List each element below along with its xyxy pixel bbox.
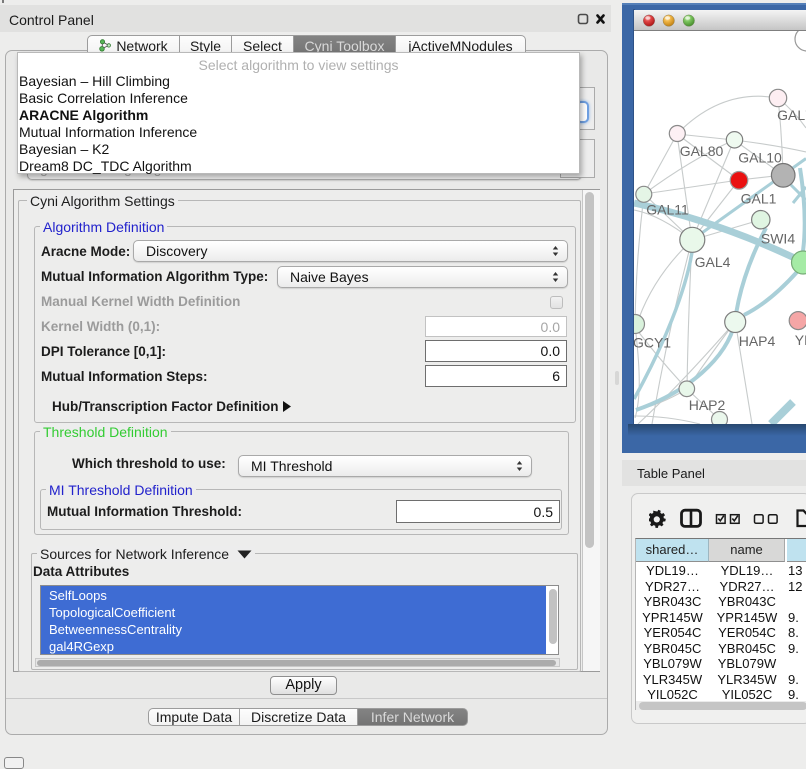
svg-text:GAL7: GAL7 [777, 107, 806, 123]
svg-text:GAL10: GAL10 [738, 150, 782, 166]
svg-text:YPL: YPL [795, 332, 806, 348]
svg-text:GCY1: GCY1 [634, 335, 671, 351]
svg-text:GAL11: GAL11 [646, 202, 689, 218]
svg-text:GAL4: GAL4 [695, 254, 731, 270]
svg-text:HAP4: HAP4 [739, 333, 776, 349]
svg-text:SWI4: SWI4 [761, 231, 795, 247]
svg-text:GAL80: GAL80 [680, 143, 724, 159]
svg-text:HAP2: HAP2 [689, 397, 726, 413]
svg-text:GAL1: GAL1 [741, 191, 777, 207]
